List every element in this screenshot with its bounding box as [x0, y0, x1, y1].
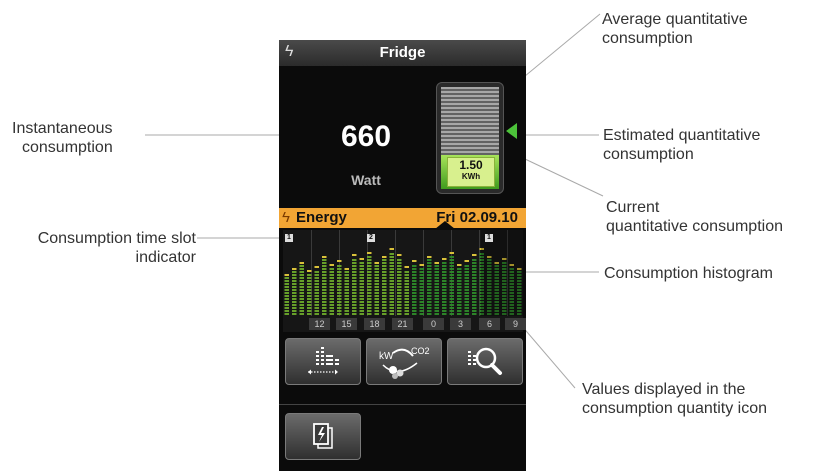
hour-axis: 12 15 18 21 0 3 6 9 [279, 318, 526, 332]
zoom-detail-button[interactable] [447, 338, 523, 385]
divider [279, 404, 526, 405]
annotation-timeslot: Consumption time slot indicator [8, 229, 196, 267]
histogram-view-button[interactable] [285, 338, 361, 385]
hour-label: 21 [392, 318, 413, 330]
kw-co2-toggle-button[interactable]: kW CO2 [366, 338, 442, 385]
annotation-current-line2: quantitative consumption [606, 218, 783, 235]
time-slot-badge: 1 [285, 234, 293, 242]
histogram-graphic [284, 230, 523, 316]
annotation-instantaneous-line2: consumption [22, 139, 113, 156]
time-slot-badge: 1 [485, 234, 493, 242]
energy-bolt-icon: ϟ [282, 209, 290, 226]
annotation-estimated-line2: consumption [603, 146, 694, 163]
annotation-average: Average quantitative consumption [602, 10, 748, 48]
annotation-estimated-line1: Estimated quantitative [603, 127, 761, 144]
consumption-quantity-gauge[interactable]: 1.50 KWh [436, 82, 504, 194]
gauge-value-box: 1.50 KWh [447, 157, 495, 187]
zoom-icon [468, 347, 502, 375]
average-level-stripes [441, 87, 499, 155]
time-slot-badge: 2 [367, 234, 375, 242]
hour-label: 0 [423, 318, 444, 330]
hour-label: 15 [336, 318, 357, 330]
annotation-average-line2: consumption [602, 30, 693, 47]
energy-bar-notch [435, 221, 455, 229]
consumption-histogram[interactable]: 1 2 1 [283, 230, 523, 332]
appliance-title: Fridge [379, 44, 426, 61]
hour-label: 6 [479, 318, 500, 330]
annotation-estimated: Estimated quantitative consumption [603, 126, 760, 164]
gauge-unit: KWh [461, 172, 481, 181]
annotation-values: Values displayed in the consumption quan… [582, 380, 767, 418]
hour-label: 18 [364, 318, 385, 330]
device-screen: ϟ Fridge 660 Watt 1.50 KWh ϟ Energy Fri … [279, 40, 526, 471]
power-unit: Watt [351, 172, 381, 188]
annotation-values-line1: Values displayed in the [582, 381, 746, 398]
annotation-histogram: Consumption histogram [604, 265, 773, 282]
copy-energy-button[interactable] [285, 413, 361, 460]
estimated-consumption-marker-icon [506, 123, 517, 139]
copy-energy-icon [313, 423, 333, 449]
kw-co2-icon: kW CO2 [379, 346, 430, 379]
histogram-icon [308, 347, 339, 375]
energy-bar: ϟ Energy Fri 02.09.10 [279, 208, 526, 228]
hour-label: 9 [505, 318, 526, 330]
annotation-instantaneous-line1: Instantaneous [12, 120, 113, 137]
annotation-current: Current quantitative consumption [606, 198, 783, 236]
annotation-values-line2: consumption quantity icon [582, 400, 767, 417]
kw-text: kW [379, 351, 394, 362]
energy-label: Energy [296, 209, 347, 226]
annotation-average-line1: Average quantitative [602, 11, 748, 28]
annotation-timeslot-line1: Consumption time slot [37, 230, 196, 247]
annotation-current-line1: Current [606, 199, 660, 216]
instantaneous-power-value: 660 [340, 120, 392, 153]
annotation-timeslot-line2: indicator [135, 249, 196, 266]
gauge-value: 1.50 [459, 158, 483, 172]
annotation-instantaneous: Instantaneous consumption [12, 119, 113, 157]
hour-label: 12 [309, 318, 330, 330]
co2-text: CO2 [411, 346, 430, 356]
title-bar: ϟ Fridge [279, 40, 526, 66]
hour-label: 3 [450, 318, 471, 330]
